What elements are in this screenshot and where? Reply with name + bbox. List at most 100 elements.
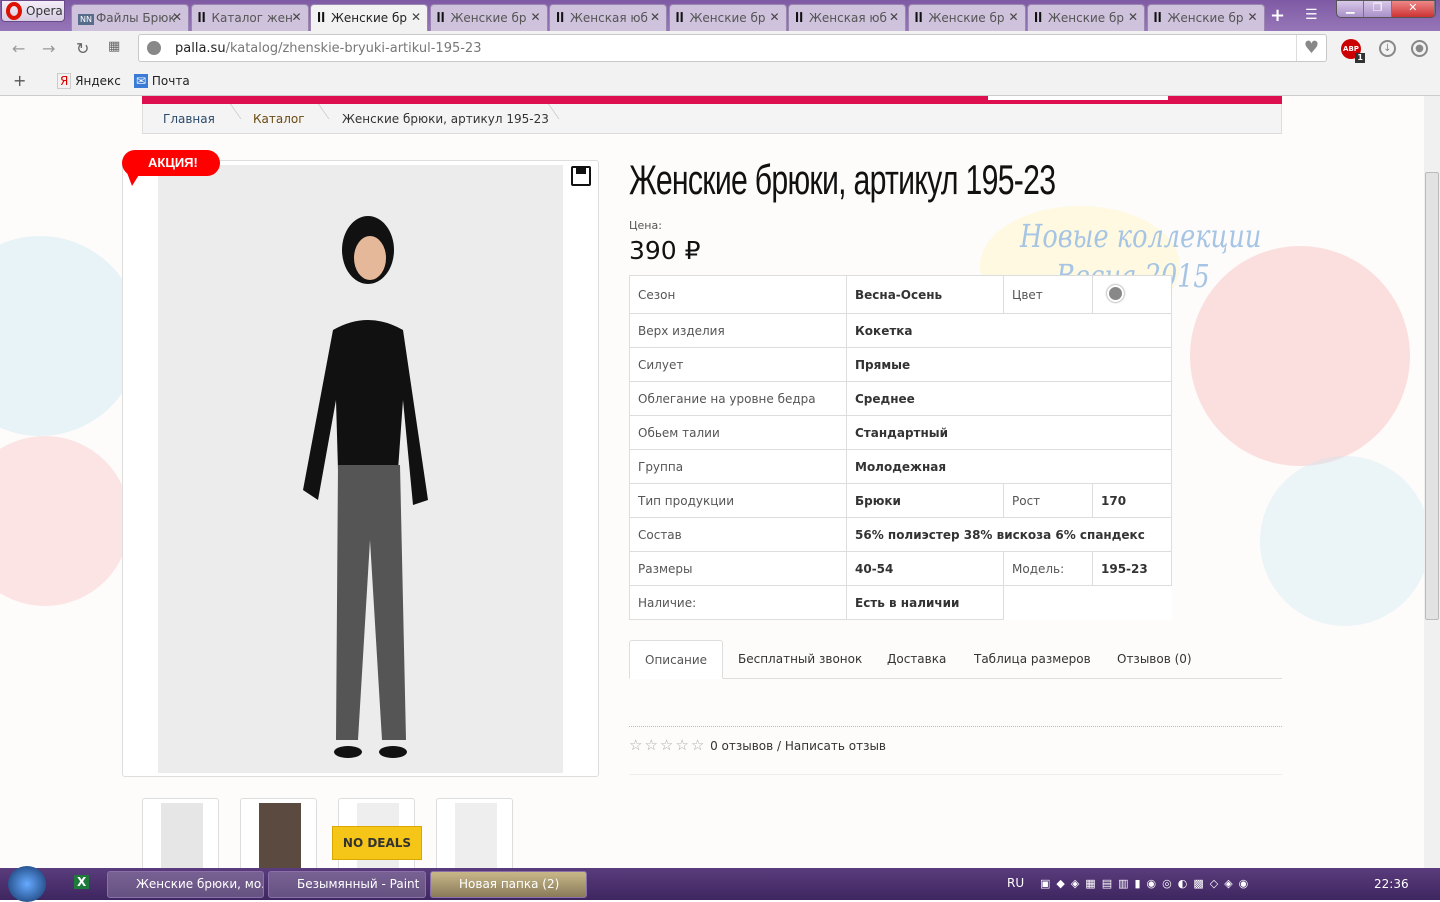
close-tab-icon[interactable]: ✕	[650, 10, 660, 24]
minimize-button[interactable]: ▁	[1337, 1, 1365, 17]
site-info-icon[interactable]	[147, 41, 161, 55]
browser-tab[interactable]: ꟾꟾ Женская юб ✕	[549, 4, 667, 31]
close-tab-icon[interactable]: ✕	[1247, 10, 1257, 24]
account-icon[interactable]: ●	[1411, 40, 1428, 57]
clock[interactable]: 22:36	[1374, 877, 1409, 891]
url-text[interactable]: palla.su/katalog/zhenskie-bryuki-artikul…	[175, 41, 481, 56]
product-photo[interactable]	[158, 165, 563, 773]
spec-row: Состав 56% полиэстер 38% вискоза 6% спанд…	[629, 517, 1172, 552]
tray-icons[interactable]: ▣◆◈▦▤▥▮◉◎◐▩◇◈◉	[1040, 877, 1254, 890]
page-scrollbar[interactable]	[1424, 96, 1440, 868]
thumbnail-2[interactable]	[240, 798, 317, 868]
star-icon[interactable]: ☆	[629, 736, 642, 754]
spec-row: Размеры 40-54 Модель: 195-23	[629, 551, 1172, 586]
web-page: Главная Каталог Женские брюки, артикул 1…	[0, 96, 1424, 868]
spec-key: Силует	[629, 347, 847, 382]
divider	[629, 726, 1282, 727]
close-window-button[interactable]: ✕	[1391, 1, 1435, 17]
browser-tab[interactable]: ꟾꟾ Женские бр ✕	[429, 4, 548, 31]
bg-flower	[0, 436, 130, 606]
back-icon[interactable]: ←	[12, 39, 25, 58]
mail-icon: ✉	[134, 74, 149, 88]
spec-row: Тип продукции Брюки Рост 170	[629, 483, 1172, 518]
maximize-button[interactable]: ❐	[1364, 1, 1392, 17]
palla-favicon-icon: ꟾꟾ	[1034, 12, 1043, 25]
spec-value: Брюки	[846, 483, 1004, 518]
save-icon[interactable]	[571, 166, 591, 186]
taskbar-item-opera[interactable]: Женские брюки, мо...	[107, 871, 264, 898]
color-swatch-cell	[1092, 275, 1172, 314]
palla-favicon-icon: ꟾꟾ	[197, 12, 206, 25]
taskbar-item-folder[interactable]: Новая папка (2)	[430, 871, 587, 898]
divider	[629, 774, 1282, 775]
forward-icon[interactable]: →	[42, 39, 55, 58]
star-icon[interactable]: ☆	[691, 736, 704, 754]
spec-value: Молодежная	[846, 449, 1172, 484]
browser-tab-bar: Opera NN Файлы Брюк ✕ ꟾꟾ Каталог жен ✕ ꟾꟾ Женск…	[0, 0, 1440, 31]
tab-menu-icon[interactable]: ☰	[1305, 7, 1318, 23]
tab-reviews[interactable]: Отзывов (0)	[1117, 640, 1192, 679]
breadcrumb-catalog[interactable]: Каталог	[253, 112, 305, 126]
breadcrumb-home[interactable]: Главная	[163, 112, 215, 126]
spec-row: Группа Молодежная	[629, 449, 1172, 484]
address-bar[interactable]: palla.su/katalog/zhenskie-bryuki-artikul…	[138, 34, 1327, 62]
taskbar-item-paint[interactable]: Безымянный - Paint	[268, 871, 426, 898]
no-deals-badge[interactable]: NO DEALS	[332, 826, 422, 860]
bookmark-yandex[interactable]: Я Яндекс	[57, 73, 121, 89]
reload-icon[interactable]: ↻	[76, 39, 89, 58]
close-tab-icon[interactable]: ✕	[1128, 10, 1138, 24]
add-bookmark-icon[interactable]: +	[13, 71, 26, 90]
adblock-icon[interactable]: ABP 1	[1341, 39, 1365, 63]
close-tab-icon[interactable]: ✕	[291, 10, 301, 24]
close-tab-icon[interactable]: ✕	[769, 10, 779, 24]
breadcrumb-current: Женские брюки, артикул 195-23	[342, 112, 549, 126]
reviews-count-link[interactable]: 0 отзывов	[710, 739, 773, 753]
excel-icon[interactable]: X	[74, 875, 90, 889]
browser-tab[interactable]: ꟾꟾ Женские бр ✕	[310, 4, 428, 31]
product-photo-frame[interactable]	[122, 160, 599, 777]
browser-tab[interactable]: ꟾꟾ Женские бр ✕	[1146, 4, 1265, 31]
color-swatch[interactable]	[1107, 284, 1124, 302]
new-tab-button[interactable]: +	[1270, 5, 1285, 26]
bookmarks-bar: + Я Яндекс ✉ Почта	[0, 66, 1440, 96]
tab-delivery[interactable]: Доставка	[887, 640, 946, 679]
speed-dial-icon[interactable]: ▦	[108, 39, 120, 54]
download-icon[interactable]: ↓	[1379, 40, 1396, 57]
spec-key: Размеры	[629, 551, 847, 586]
spec-value: Весна-Осень	[846, 275, 1004, 314]
spec-row: Верх изделия Кокетка	[629, 313, 1172, 348]
spec-row: Силует Прямые	[629, 347, 1172, 382]
browser-tab[interactable]: NN Файлы Брюк ✕	[71, 4, 189, 31]
browser-tab[interactable]: ꟾꟾ Каталог жен ✕	[190, 4, 309, 31]
tab-size-table[interactable]: Таблица размеров	[974, 640, 1091, 679]
browser-tab[interactable]: ꟾꟾ Женские бр ✕	[668, 4, 787, 31]
star-icon[interactable]: ☆	[660, 736, 673, 754]
spec-key: Наличие:	[629, 585, 847, 620]
opera-menu-button[interactable]: Opera	[1, 0, 65, 22]
browser-tab[interactable]: ꟾꟾ Женская юб ✕	[788, 4, 906, 31]
close-tab-icon[interactable]: ✕	[411, 10, 421, 24]
bookmark-heart-icon[interactable]: ♥	[1296, 35, 1326, 61]
start-button[interactable]	[8, 866, 46, 902]
spec-value: 40-54	[846, 551, 1004, 586]
language-indicator[interactable]: RU	[1007, 876, 1024, 890]
thumbnail-1[interactable]	[142, 798, 219, 868]
star-icon[interactable]: ☆	[644, 736, 657, 754]
palla-favicon-icon: ꟾꟾ	[436, 12, 445, 25]
windows-taskbar: X Женские брюки, мо... Безымянный - Pain…	[0, 866, 1440, 902]
tab-free-call[interactable]: Бесплатный звонок	[738, 640, 862, 679]
tab-description[interactable]: Описание	[629, 640, 724, 679]
close-tab-icon[interactable]: ✕	[1008, 10, 1018, 24]
write-review-link[interactable]: Написать отзыв	[785, 739, 886, 753]
spec-key: Тип продукции	[629, 483, 847, 518]
thumbnail-4[interactable]	[436, 798, 513, 868]
close-tab-icon[interactable]: ✕	[172, 10, 182, 24]
spec-key: Группа	[629, 449, 847, 484]
browser-tab[interactable]: ꟾꟾ Женские бр ✕	[1027, 4, 1145, 31]
star-icon[interactable]: ☆	[675, 736, 688, 754]
bookmark-mail[interactable]: ✉ Почта	[134, 74, 190, 88]
scrollbar-thumb[interactable]	[1425, 172, 1439, 620]
browser-tab[interactable]: ꟾꟾ Женские бр ✕	[907, 4, 1026, 31]
close-tab-icon[interactable]: ✕	[889, 10, 899, 24]
close-tab-icon[interactable]: ✕	[530, 10, 540, 24]
